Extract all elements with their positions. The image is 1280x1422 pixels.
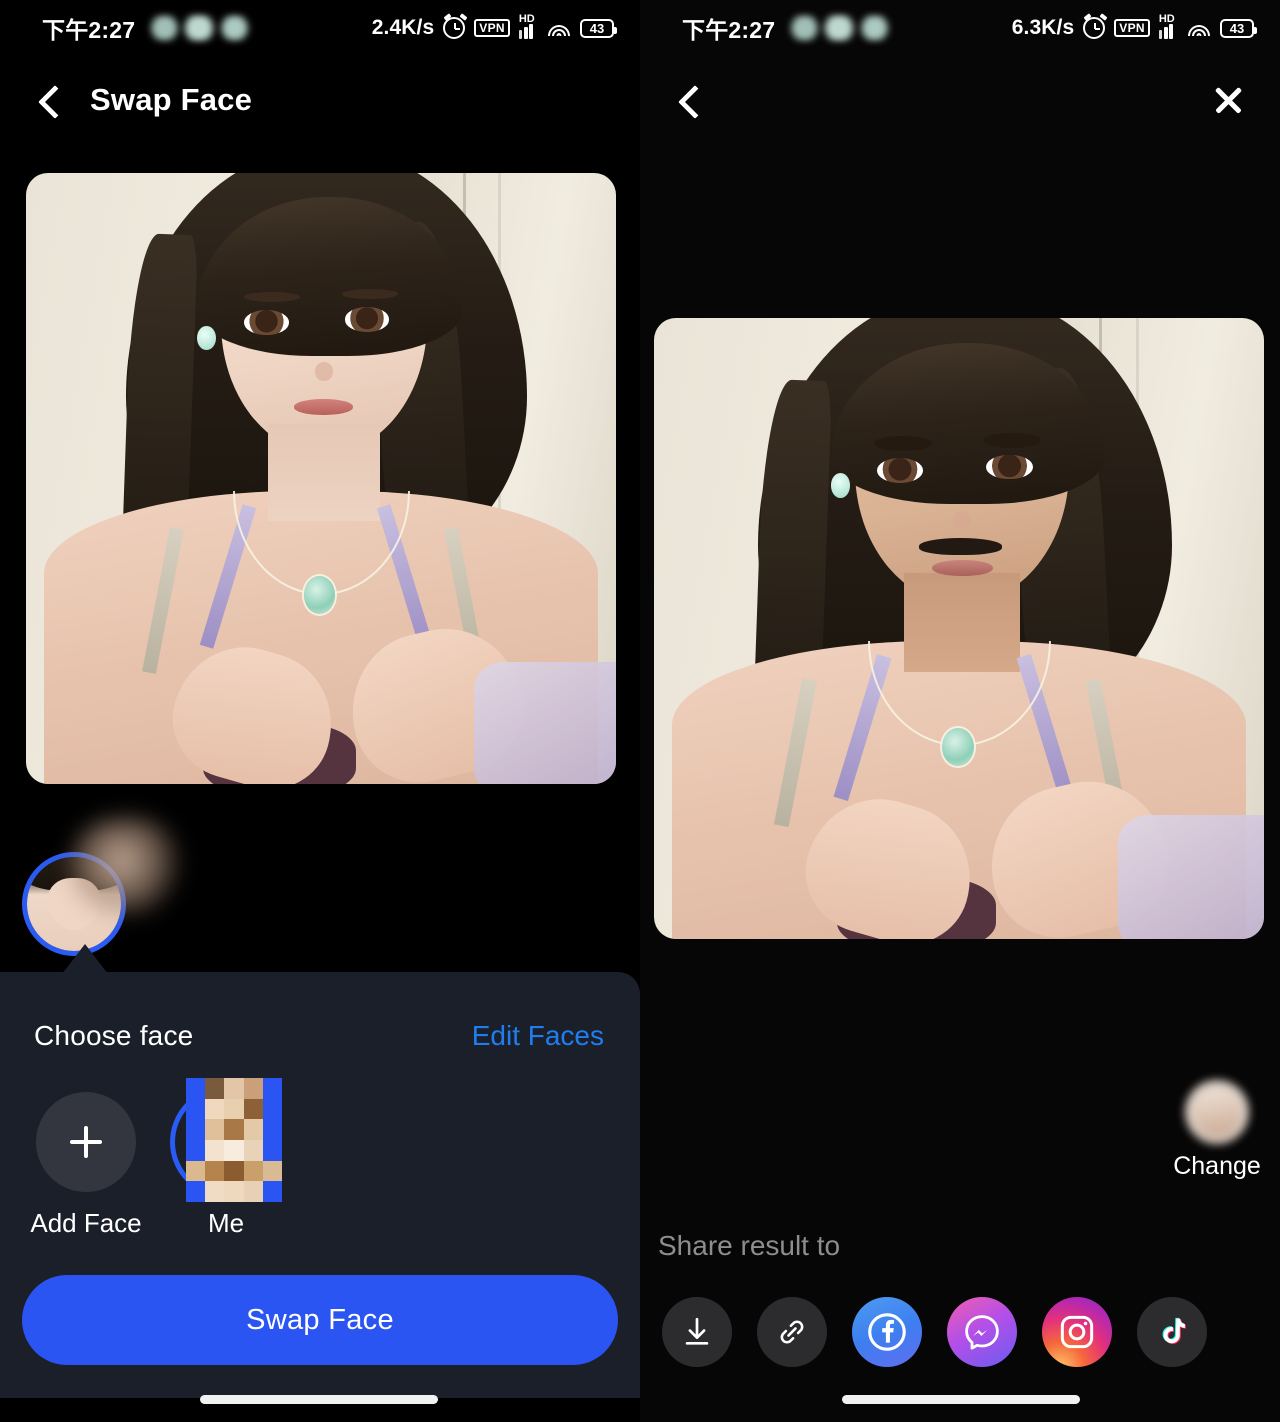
status-bar-right-group: 2.4K/s VPN HD 43 xyxy=(371,13,617,40)
back-icon[interactable] xyxy=(674,83,708,117)
clock-time: 下午2:27 xyxy=(42,17,136,43)
home-indicator-left[interactable] xyxy=(200,1395,438,1404)
swap-face-button[interactable]: Swap Face xyxy=(22,1275,618,1365)
notification-icons-blurred xyxy=(785,15,894,41)
status-bar-left-group: 下午2:27 xyxy=(682,11,894,45)
change-face-avatar xyxy=(1185,1080,1249,1144)
hd-label: HD xyxy=(518,13,535,25)
close-icon[interactable] xyxy=(1210,82,1246,118)
choose-face-title: Choose face xyxy=(34,1020,194,1051)
vpn-icon: VPN xyxy=(474,19,510,37)
swap-face-result-screen: 下午2:27 6.3K/s VPN HD 43 Change Share res… xyxy=(640,0,1280,1422)
messenger-icon[interactable] xyxy=(947,1297,1017,1367)
network-speed: 6.3K/s xyxy=(1011,16,1075,39)
hd-signal-icon: HD xyxy=(1158,13,1178,39)
sheet-pointer-arrow xyxy=(62,944,108,974)
status-bar-right: 下午2:27 6.3K/s VPN HD 43 xyxy=(640,0,1280,56)
share-targets-row xyxy=(662,1297,1207,1367)
back-icon[interactable] xyxy=(34,83,68,117)
me-face-thumbnail xyxy=(170,1078,282,1202)
selected-face-avatar[interactable] xyxy=(22,852,126,956)
download-icon[interactable] xyxy=(662,1297,732,1367)
link-icon[interactable] xyxy=(757,1297,827,1367)
plus-icon xyxy=(36,1092,136,1192)
swap-face-editor-screen: 下午2:27 2.4K/s VPN HD 43 Swap Face Choose… xyxy=(0,0,640,1422)
hd-signal-icon: HD xyxy=(518,13,538,39)
wifi-icon xyxy=(1187,19,1211,37)
source-photo-content xyxy=(26,173,616,784)
status-bar-left: 下午2:27 2.4K/s VPN HD 43 xyxy=(0,0,640,56)
hd-label: HD xyxy=(1158,13,1175,25)
facebook-icon[interactable] xyxy=(852,1297,922,1367)
network-speed: 2.4K/s xyxy=(371,16,435,39)
nav-bar-right xyxy=(640,66,1280,134)
notification-icons-blurred xyxy=(145,15,254,41)
change-label: Change xyxy=(1173,1152,1261,1180)
source-photo[interactable] xyxy=(26,173,616,784)
face-item-me[interactable]: Me xyxy=(170,1078,282,1239)
vpn-icon: VPN xyxy=(1114,19,1150,37)
pixelated-face-overlay xyxy=(186,1078,282,1202)
add-face-button[interactable]: Add Face xyxy=(30,1092,142,1239)
alarm-icon xyxy=(1083,13,1108,39)
me-face-label: Me xyxy=(207,1208,245,1238)
tiktok-icon[interactable] xyxy=(1137,1297,1207,1367)
result-photo[interactable] xyxy=(654,318,1264,939)
faces-list: Add Face Me xyxy=(30,1078,282,1239)
instagram-icon[interactable] xyxy=(1042,1297,1112,1367)
home-indicator-right[interactable] xyxy=(842,1395,1080,1404)
edit-faces-link[interactable]: Edit Faces xyxy=(472,1020,604,1052)
status-bar-left-group: 下午2:27 xyxy=(42,11,254,45)
battery-level: 43 xyxy=(589,20,605,36)
nav-bar-left: Swap Face xyxy=(0,66,640,134)
battery-icon: 43 xyxy=(1220,18,1257,38)
battery-level: 43 xyxy=(1229,20,1245,36)
status-bar-right-group: 6.3K/s VPN HD 43 xyxy=(1011,13,1257,40)
change-face-button[interactable]: Change xyxy=(1173,1080,1261,1181)
page-title: Swap Face xyxy=(90,82,253,117)
battery-icon: 43 xyxy=(580,18,617,38)
share-result-title: Share result to xyxy=(658,1230,841,1261)
choose-face-header: Choose face Edit Faces xyxy=(34,1014,604,1058)
wifi-icon xyxy=(547,19,571,37)
clock-time: 下午2:27 xyxy=(682,17,776,43)
alarm-icon xyxy=(443,13,468,39)
add-face-label: Add Face xyxy=(30,1208,142,1238)
result-photo-content xyxy=(654,318,1264,939)
